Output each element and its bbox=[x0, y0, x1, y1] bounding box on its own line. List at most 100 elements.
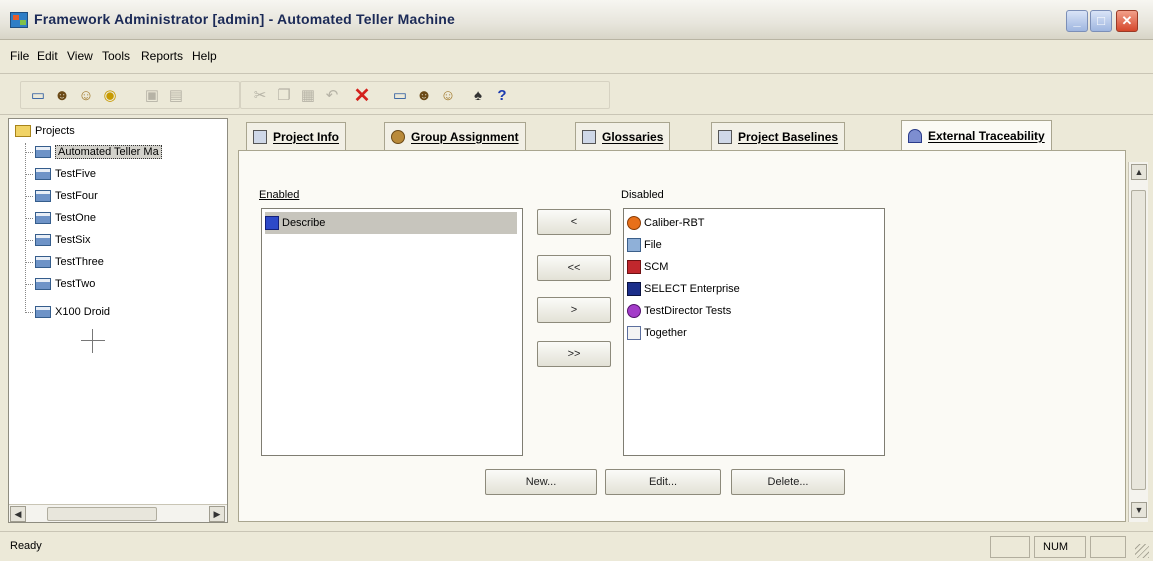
project-icon[interactable]: ▭ bbox=[29, 87, 47, 105]
window-icon[interactable]: ▭ bbox=[391, 87, 409, 105]
paste-icon[interactable]: ▦ bbox=[299, 87, 317, 105]
list-item-describe[interactable]: Describe bbox=[265, 212, 517, 234]
tree-item-x100-droid[interactable]: X100 Droid bbox=[35, 302, 110, 322]
move-all-right-button[interactable]: >> bbox=[537, 341, 611, 367]
move-all-left-button[interactable]: << bbox=[537, 255, 611, 281]
tree-connector bbox=[25, 262, 33, 263]
tree-item-label: TestOne bbox=[55, 212, 96, 224]
menu-file[interactable]: File bbox=[10, 49, 29, 63]
tree-root-projects[interactable]: Projects bbox=[15, 121, 75, 141]
tab-glossaries[interactable]: Glossaries bbox=[575, 122, 671, 150]
scroll-up-icon[interactable]: ▲ bbox=[1131, 164, 1147, 180]
tree-connector bbox=[25, 196, 33, 197]
list-item-caliber-rbt[interactable]: Caliber-RBT bbox=[627, 212, 705, 234]
enabled-list[interactable]: Describe bbox=[261, 208, 523, 456]
menu-edit[interactable]: Edit bbox=[37, 49, 58, 63]
tree-item-label: TestFour bbox=[55, 190, 98, 202]
move-left-button[interactable]: < bbox=[537, 209, 611, 235]
close-button[interactable]: ✕ bbox=[1116, 10, 1138, 32]
tree-item-testfour[interactable]: TestFour bbox=[35, 186, 98, 206]
details-panel: Project Info Group Assignment Glossaries… bbox=[238, 118, 1148, 523]
num-lock-indicator: NUM bbox=[1034, 536, 1086, 558]
menu-view[interactable]: View bbox=[67, 49, 93, 63]
list-item-select-enterprise[interactable]: SELECT Enterprise bbox=[627, 278, 740, 300]
help-icon[interactable]: ? bbox=[493, 87, 511, 105]
scroll-right-icon[interactable]: ▶ bbox=[209, 506, 225, 522]
app-window: Framework Administrator [admin] - Automa… bbox=[0, 0, 1153, 561]
project-tree[interactable]: Projects Automated Teller Ma TestFive Te… bbox=[8, 118, 228, 523]
save-icon[interactable]: ▣ bbox=[143, 87, 161, 105]
tab-panel: Enabled Disabled Describe < << > >> Cali… bbox=[238, 150, 1126, 522]
delete-button[interactable]: Delete... bbox=[731, 469, 845, 495]
cut-icon[interactable]: ✂ bbox=[251, 87, 269, 105]
tab-label: Project Baselines bbox=[738, 129, 839, 144]
tab-project-info[interactable]: Project Info bbox=[246, 122, 347, 150]
tab-label: Project Info bbox=[273, 129, 340, 144]
disabled-list[interactable]: Caliber-RBT File SCM SELECT Enterprise TestD… bbox=[623, 208, 885, 456]
move-right-button[interactable]: > bbox=[537, 297, 611, 323]
tree-item-testone[interactable]: TestOne bbox=[35, 208, 96, 228]
delete-icon[interactable]: ✕ bbox=[353, 86, 371, 106]
scroll-left-icon[interactable]: ◀ bbox=[10, 506, 26, 522]
resize-grip-icon[interactable] bbox=[1135, 544, 1149, 558]
list-item-label: Caliber-RBT bbox=[644, 217, 705, 229]
testdirector-tests-icon bbox=[627, 304, 641, 318]
list-item-scm[interactable]: SCM bbox=[627, 256, 668, 278]
glossaries-icon bbox=[582, 129, 596, 144]
link-icon[interactable]: ☺ bbox=[439, 87, 457, 105]
title-bar[interactable]: Framework Administrator [admin] - Automa… bbox=[0, 0, 1153, 40]
scroll-thumb[interactable] bbox=[47, 507, 157, 521]
new-button[interactable]: New... bbox=[485, 469, 597, 495]
tree-item-testsix[interactable]: TestSix bbox=[35, 230, 90, 250]
copy-icon[interactable]: ❐ bbox=[275, 87, 293, 105]
find-icon[interactable]: ♠ bbox=[469, 87, 487, 105]
project-icon bbox=[35, 306, 51, 318]
project-icon bbox=[35, 278, 51, 290]
scroll-thumb[interactable] bbox=[1131, 190, 1146, 490]
tab-external-traceability[interactable]: External Traceability bbox=[901, 120, 1052, 150]
tree-item-testfive[interactable]: TestFive bbox=[35, 164, 96, 184]
status-cell-empty bbox=[990, 536, 1030, 558]
group-icon[interactable]: ☻ bbox=[53, 87, 71, 105]
traceability-icon[interactable]: ☻ bbox=[415, 87, 433, 105]
list-item-file[interactable]: File bbox=[627, 234, 662, 256]
minimize-button[interactable]: _ bbox=[1066, 10, 1088, 32]
tree-connector bbox=[25, 152, 33, 153]
edit-button[interactable]: Edit... bbox=[605, 469, 721, 495]
status-text: Ready bbox=[10, 540, 42, 552]
tree-item-testtwo[interactable]: TestTwo bbox=[35, 274, 95, 294]
user-icon[interactable]: ☺ bbox=[77, 87, 95, 105]
vertical-scrollbar[interactable]: ▲ ▼ bbox=[1128, 162, 1148, 522]
menu-help[interactable]: Help bbox=[192, 49, 217, 63]
scroll-down-icon[interactable]: ▼ bbox=[1131, 502, 1147, 518]
project-icon bbox=[35, 212, 51, 224]
describe-icon bbox=[265, 216, 279, 230]
caliber-rbt-icon bbox=[627, 216, 641, 230]
menu-tools[interactable]: Tools bbox=[102, 49, 130, 63]
save-all-icon[interactable]: ▤ bbox=[167, 87, 185, 105]
list-item-label: SELECT Enterprise bbox=[644, 283, 740, 295]
app-icon bbox=[10, 12, 28, 28]
undo-icon[interactable]: ↶ bbox=[323, 87, 341, 105]
toolbar: ▭ ☻ ☺ ◉ ▣ ▤ ✂ ❐ ▦ ↶ ✕ ▭ ☻ ☺ ♠ ? bbox=[0, 75, 1153, 115]
tab-label: Glossaries bbox=[602, 129, 664, 144]
tab-project-baselines[interactable]: Project Baselines bbox=[711, 122, 846, 150]
menu-reports[interactable]: Reports bbox=[141, 49, 183, 63]
list-item-label: Together bbox=[644, 327, 687, 339]
tree-connector bbox=[25, 312, 33, 313]
tree-item-label: TestTwo bbox=[55, 278, 96, 290]
minimize-icon: _ bbox=[1073, 13, 1081, 28]
maximize-button[interactable]: □ bbox=[1090, 10, 1112, 32]
project-info-icon bbox=[253, 129, 267, 144]
list-item-together[interactable]: Together bbox=[627, 322, 687, 344]
tab-group-assignment[interactable]: Group Assignment bbox=[384, 122, 526, 150]
tree-connector bbox=[25, 174, 33, 175]
horizontal-scrollbar[interactable]: ◀ ▶ bbox=[9, 504, 227, 522]
list-item-label: TestDirector Tests bbox=[644, 305, 732, 317]
target-icon[interactable]: ◉ bbox=[101, 87, 119, 105]
tree-item-automated-teller[interactable]: Automated Teller Ma bbox=[35, 142, 162, 162]
project-icon bbox=[35, 168, 51, 180]
list-item-testdirector-tests[interactable]: TestDirector Tests bbox=[627, 300, 731, 322]
maximize-icon: □ bbox=[1097, 13, 1105, 28]
tree-item-testthree[interactable]: TestThree bbox=[35, 252, 104, 272]
